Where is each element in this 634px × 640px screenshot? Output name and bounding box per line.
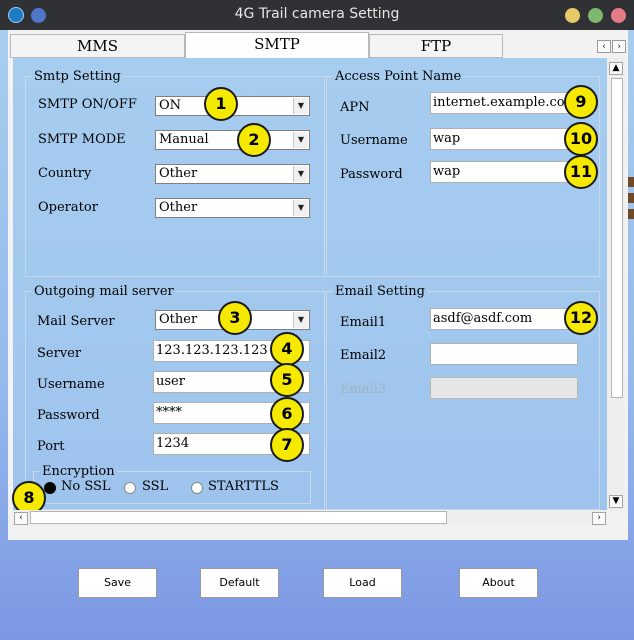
- background-edge: [628, 177, 634, 187]
- callout-badge: 6: [270, 397, 304, 431]
- callout-badge: 10: [564, 122, 598, 156]
- mail-server-label: Mail Server: [37, 314, 115, 329]
- callout-badge: 9: [564, 85, 598, 119]
- app-window: 4G Trail camera Setting MMS SMTP FTP ‹ ›…: [0, 0, 634, 640]
- callout-badge: 12: [564, 301, 598, 335]
- dropdown-arrow-icon[interactable]: ▼: [293, 132, 308, 148]
- smtp-panel: Smtp Setting SMTP ON/OFF ON ▼ SMTP MODE …: [12, 58, 607, 515]
- title-bar: 4G Trail camera Setting: [0, 0, 634, 30]
- background-edge: [628, 193, 634, 203]
- smtp-onoff-value: ON: [159, 98, 182, 113]
- tab-scroll-left-icon[interactable]: ‹: [597, 40, 611, 53]
- smtp-username-label: Username: [37, 377, 105, 392]
- callout-badge: 11: [564, 155, 598, 189]
- callout-badge: 7: [270, 428, 304, 462]
- smtp-mode-value: Manual: [159, 132, 209, 147]
- operator-label: Operator: [38, 200, 98, 215]
- default-button[interactable]: Default: [200, 568, 279, 598]
- callout-badge: 3: [218, 301, 252, 335]
- tab-scroll-right-icon[interactable]: ›: [612, 40, 626, 53]
- dropdown-arrow-icon[interactable]: ▼: [293, 312, 308, 328]
- maximize-button[interactable]: [588, 8, 603, 23]
- group-title: Outgoing mail server: [34, 284, 174, 299]
- smtp-onoff-label: SMTP ON/OFF: [38, 97, 137, 112]
- scroll-up-icon[interactable]: ▲: [609, 62, 623, 75]
- group-title: Encryption: [42, 464, 115, 479]
- background-edge: [628, 209, 634, 219]
- window-title: 4G Trail camera Setting: [234, 6, 400, 22]
- callout-badge: 2: [237, 123, 271, 157]
- group-title: Access Point Name: [335, 69, 462, 84]
- smtp-mode-label: SMTP MODE: [38, 132, 126, 147]
- vertical-scroll-thumb[interactable]: [611, 78, 623, 398]
- country-label: Country: [38, 166, 92, 181]
- mail-server-value: Other: [159, 312, 198, 327]
- apn-field[interactable]: internet.example.com: [430, 92, 578, 114]
- scroll-left-icon[interactable]: ‹: [14, 512, 28, 525]
- group-title: Smtp Setting: [34, 69, 121, 84]
- country-value: Other: [159, 166, 198, 181]
- scroll-right-icon[interactable]: ›: [592, 512, 606, 525]
- smtp-password-label: Password: [37, 408, 100, 423]
- no-ssl-label: No SSL: [61, 479, 111, 494]
- ssl-radio[interactable]: [124, 482, 136, 494]
- starttls-radio[interactable]: [191, 482, 203, 494]
- tab-smtp[interactable]: SMTP: [185, 32, 369, 58]
- callout-badge: 1: [204, 87, 238, 121]
- starttls-label: STARTTLS: [208, 479, 279, 494]
- port-label: Port: [37, 439, 65, 454]
- country-select[interactable]: Other ▼: [155, 164, 310, 184]
- scroll-down-icon[interactable]: ▼: [609, 495, 623, 508]
- apn-username-label: Username: [340, 133, 408, 148]
- apn-password-field[interactable]: wap: [430, 161, 578, 183]
- email2-label: Email2: [340, 348, 387, 363]
- callout-badge: 5: [270, 363, 304, 397]
- dropdown-arrow-icon[interactable]: ▼: [293, 98, 308, 114]
- email2-field[interactable]: [430, 343, 578, 365]
- apn-username-field[interactable]: wap: [430, 128, 578, 150]
- callout-badge: 4: [270, 332, 304, 366]
- dropdown-arrow-icon[interactable]: ▼: [293, 200, 308, 216]
- about-button[interactable]: About: [459, 568, 538, 598]
- email3-field: [430, 377, 578, 399]
- smtp-mode-select[interactable]: Manual ▼: [155, 130, 310, 150]
- load-button[interactable]: Load: [323, 568, 402, 598]
- operator-select[interactable]: Other ▼: [155, 198, 310, 218]
- operator-value: Other: [159, 200, 198, 215]
- dropdown-arrow-icon[interactable]: ▼: [293, 166, 308, 182]
- group-title: Email Setting: [335, 284, 425, 299]
- no-ssl-radio[interactable]: [44, 482, 56, 494]
- email1-label: Email1: [340, 315, 387, 330]
- minimize-button[interactable]: [565, 8, 580, 23]
- close-button[interactable]: [611, 8, 626, 23]
- tab-mms[interactable]: MMS: [10, 34, 185, 58]
- ssl-label: SSL: [142, 479, 169, 494]
- email1-field[interactable]: asdf@asdf.com: [430, 308, 578, 330]
- horizontal-scroll-thumb[interactable]: [30, 511, 447, 524]
- tab-ftp[interactable]: FTP: [369, 34, 503, 58]
- apn-label: APN: [340, 100, 370, 115]
- save-button[interactable]: Save: [78, 568, 157, 598]
- server-label: Server: [37, 346, 82, 361]
- email3-label: Email3: [340, 382, 387, 397]
- apn-password-label: Password: [340, 167, 403, 182]
